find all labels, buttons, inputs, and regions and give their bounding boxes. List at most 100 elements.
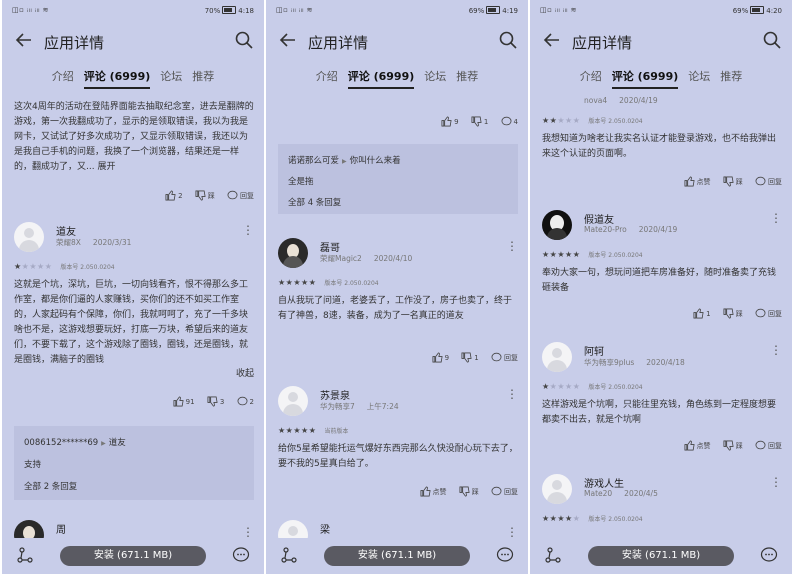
- signal-icons: ◫▫ ᵢₗₗ ᵢₗₗ ≋: [12, 6, 50, 14]
- tab-recommend[interactable]: 推荐: [192, 68, 214, 87]
- like-button[interactable]: 点赞: [420, 486, 447, 497]
- status-right: 69% 4:20: [733, 6, 782, 15]
- more-options-icon[interactable]: ⋮: [770, 344, 782, 356]
- like-button[interactable]: 9: [441, 116, 459, 127]
- like-button[interactable]: 9: [432, 352, 449, 363]
- tab-intro[interactable]: 介绍: [316, 68, 338, 87]
- like-button[interactable]: 点赞: [684, 440, 711, 451]
- avatar[interactable]: [542, 210, 572, 240]
- reviewer-name[interactable]: 游戏人生: [584, 475, 624, 490]
- tab-reviews[interactable]: 评论 (6999): [347, 68, 415, 89]
- search-icon[interactable]: [234, 30, 254, 50]
- share-icon[interactable]: [16, 546, 34, 564]
- back-arrow-icon[interactable]: [278, 30, 298, 50]
- replies-box[interactable]: 诺诺那么可爱 ▶ 你叫什么来着 全是拖 全部 4 条回复: [278, 144, 518, 214]
- reply-button[interactable]: 2: [237, 396, 254, 407]
- tab-forum[interactable]: 论坛: [688, 68, 710, 87]
- avatar[interactable]: [14, 520, 44, 538]
- more-options-icon[interactable]: ⋮: [242, 224, 254, 236]
- avatar[interactable]: [542, 474, 572, 504]
- more-options-icon[interactable]: ⋮: [506, 240, 518, 252]
- tab-forum[interactable]: 论坛: [160, 68, 182, 87]
- like-button[interactable]: 2: [165, 190, 183, 201]
- tab-reviews[interactable]: 评论 (6999): [611, 68, 679, 89]
- reviewer-header: 阿轲 华为畅享9plus 2020/4/18 ⋮: [542, 342, 782, 382]
- review-date: 2020/3/31: [92, 238, 132, 247]
- more-options-icon[interactable]: ⋮: [770, 212, 782, 224]
- reply-button[interactable]: 回复: [491, 486, 518, 497]
- install-button[interactable]: 安装 (671.1 MB): [588, 546, 734, 566]
- reply-button[interactable]: 回复: [227, 190, 254, 201]
- avatar[interactable]: [542, 342, 572, 372]
- reviewer-name[interactable]: 磊哥: [320, 239, 340, 254]
- install-button[interactable]: 安装 (671.1 MB): [324, 546, 470, 566]
- dislike-button[interactable]: 踩: [723, 308, 743, 319]
- like-label: 点赞: [432, 487, 447, 496]
- dislike-button[interactable]: 踩: [723, 176, 743, 187]
- more-options-icon[interactable]: ⋮: [506, 526, 518, 538]
- tab-recommend[interactable]: 推荐: [720, 68, 742, 87]
- dislike-label: 踩: [735, 177, 743, 186]
- more-options-icon[interactable]: ⋮: [242, 526, 254, 538]
- like-button[interactable]: 点赞: [684, 176, 711, 187]
- app-bar: 应用详情: [530, 22, 792, 62]
- reply-button[interactable]: 回复: [755, 440, 782, 451]
- thumbs-up-icon: [441, 116, 452, 127]
- tab-reviews[interactable]: 评论 (6999): [83, 68, 151, 89]
- more-options-icon[interactable]: ⋮: [770, 476, 782, 488]
- dislike-button[interactable]: 踩: [195, 190, 215, 201]
- install-button[interactable]: 安装 (671.1 MB): [60, 546, 206, 566]
- reply-button[interactable]: 4: [501, 116, 518, 127]
- chat-icon[interactable]: [232, 546, 250, 564]
- search-icon[interactable]: [498, 30, 518, 50]
- like-button[interactable]: 1: [693, 308, 711, 319]
- reviewer-name[interactable]: 阿轲: [584, 343, 604, 358]
- search-icon[interactable]: [762, 30, 782, 50]
- tab-forum[interactable]: 论坛: [424, 68, 446, 87]
- dislike-button[interactable]: 3: [207, 396, 224, 407]
- filled-stars: ★★★★: [542, 514, 573, 523]
- collapse-link[interactable]: 收起: [236, 366, 254, 379]
- reply-button[interactable]: 回复: [755, 176, 782, 187]
- review-date: 上午7:24: [366, 402, 399, 411]
- like-button[interactable]: 91: [173, 396, 195, 407]
- avatar[interactable]: [278, 238, 308, 268]
- expand-link[interactable]: 展开: [97, 162, 115, 172]
- reviewer-name[interactable]: 周: [56, 521, 66, 536]
- reply-button[interactable]: 回复: [491, 352, 518, 363]
- dislike-button[interactable]: 踩: [723, 440, 743, 451]
- avatar[interactable]: [14, 222, 44, 252]
- reviewer-name[interactable]: 苏景泉: [320, 387, 350, 402]
- empty-stars: ★★★★: [549, 382, 581, 391]
- reviewer-name[interactable]: 假道友: [584, 211, 614, 226]
- version-label: 版本号 2.050.0204: [588, 384, 643, 391]
- chat-icon[interactable]: [760, 546, 778, 564]
- back-arrow-icon[interactable]: [542, 30, 562, 50]
- tab-intro[interactable]: 介绍: [580, 68, 602, 87]
- star-rating: ★★★★★ 版本号 2.050.0204: [542, 382, 643, 391]
- share-icon[interactable]: [280, 546, 298, 564]
- reply-user[interactable]: 0086152******69: [24, 438, 98, 448]
- reviewer-name[interactable]: 道友: [56, 223, 76, 238]
- dislike-label: 踩: [207, 191, 215, 200]
- dislike-button[interactable]: 踩: [459, 486, 479, 497]
- more-options-icon[interactable]: ⋮: [506, 388, 518, 400]
- signal-icons: ◫▫ ᵢₗₗ ᵢₗₗ ≋: [276, 6, 314, 14]
- share-icon[interactable]: [544, 546, 562, 564]
- reply-button[interactable]: 回复: [755, 308, 782, 319]
- chat-icon[interactable]: [496, 546, 514, 564]
- avatar[interactable]: [278, 386, 308, 416]
- reviewer-name[interactable]: 梁: [320, 521, 330, 536]
- thumbs-down-icon: [195, 190, 206, 201]
- dislike-button[interactable]: 1: [461, 352, 479, 363]
- back-arrow-icon[interactable]: [14, 30, 34, 50]
- all-replies-link[interactable]: 全部 2 条回复: [24, 480, 77, 492]
- tab-recommend[interactable]: 推荐: [456, 68, 478, 87]
- dislike-button[interactable]: 1: [471, 116, 488, 127]
- reply-user[interactable]: 诺诺那么可爱: [288, 156, 339, 166]
- replies-box[interactable]: 0086152******69 ▶ 道友 支持 全部 2 条回复: [14, 426, 254, 500]
- review-date: 2020/4/18: [646, 358, 685, 367]
- tab-intro[interactable]: 介绍: [52, 68, 74, 87]
- avatar[interactable]: [278, 520, 308, 538]
- all-replies-link[interactable]: 全部 4 条回复: [288, 196, 341, 208]
